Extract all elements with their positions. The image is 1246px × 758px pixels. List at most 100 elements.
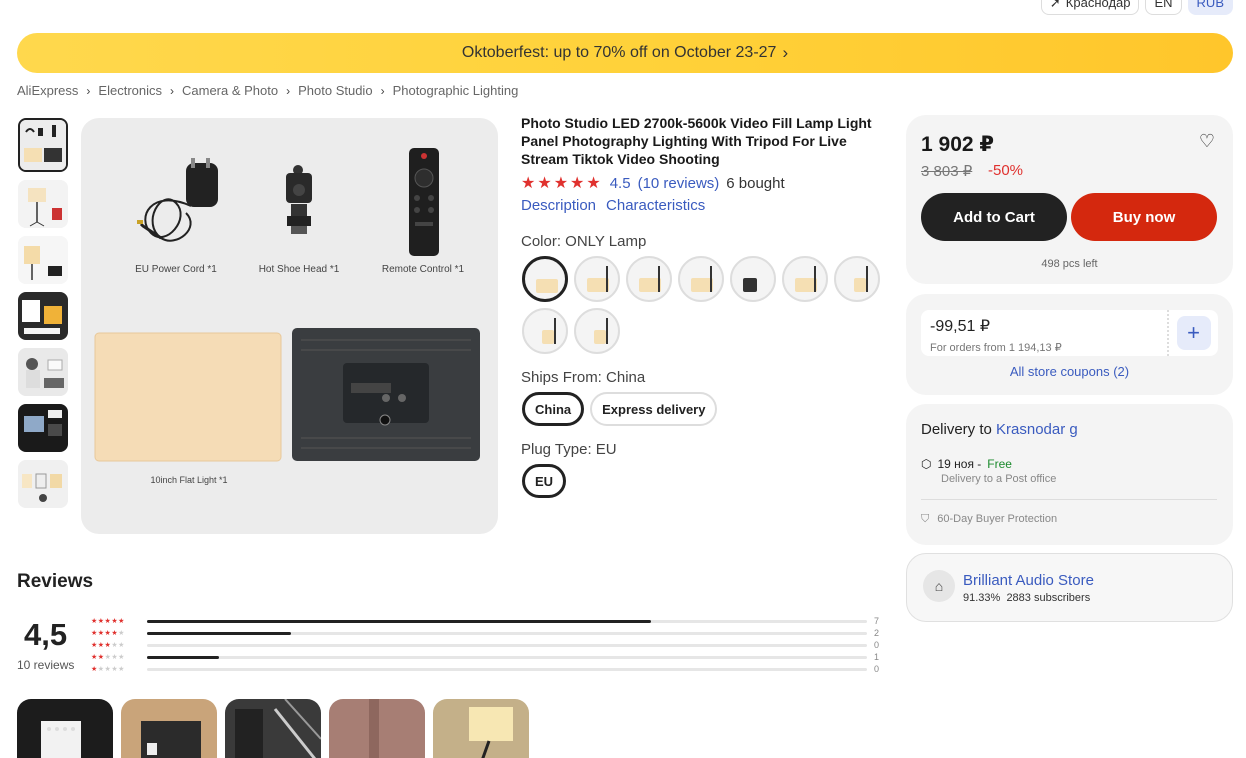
breadcrumb-item[interactable]: AliExpress bbox=[17, 83, 78, 98]
location-selector[interactable]: ➚ Краснодар bbox=[1040, 0, 1140, 15]
gallery-thumbnail[interactable] bbox=[18, 118, 68, 172]
coupon-condition: For orders from 1 194,13 ₽ bbox=[930, 342, 1062, 354]
breadcrumb-item[interactable]: Electronics bbox=[98, 83, 162, 98]
rating-bar-stars: ★★★★★ bbox=[91, 666, 125, 673]
rating-bar-stars: ★★★★★ bbox=[91, 618, 125, 625]
plug-option-eu[interactable]: EU bbox=[522, 464, 567, 498]
rating-bar-track bbox=[147, 655, 867, 659]
rating-bar-row: ★★★★★ 0 bbox=[91, 639, 886, 651]
review-photo[interactable] bbox=[121, 699, 217, 758]
store-rating: 91.33% bbox=[963, 592, 1001, 604]
ships-option-china[interactable]: China bbox=[522, 392, 585, 426]
buyer-protection-text: 60-Day Buyer Protection bbox=[937, 513, 1058, 525]
rating-bar-row: ★★★★★ 7 bbox=[91, 615, 886, 627]
add-to-cart-button[interactable]: Add to Cart bbox=[921, 193, 1067, 241]
currency-selector[interactable]: RUB bbox=[1187, 0, 1233, 15]
promo-banner[interactable]: Oktoberfest: up to 70% off on October 23… bbox=[17, 33, 1233, 73]
ships-option-express[interactable]: Express delivery bbox=[590, 392, 718, 426]
coupon-ticket: -99,51 ₽ For orders from 1 194,13 ₽ bbox=[921, 310, 1167, 356]
color-swatch[interactable] bbox=[574, 256, 620, 302]
gallery-thumbnail[interactable] bbox=[18, 348, 68, 396]
gallery-thumbnail[interactable] bbox=[18, 292, 68, 340]
description-link[interactable]: Description bbox=[521, 197, 596, 214]
delivery-option: ⬡ 19 ноя - Free bbox=[921, 457, 1012, 471]
reviews-heading: Reviews bbox=[17, 571, 94, 592]
gallery-thumbnail[interactable] bbox=[18, 180, 68, 228]
coupon-add-button[interactable]: + bbox=[1167, 310, 1218, 356]
characteristics-link[interactable]: Characteristics bbox=[606, 197, 705, 214]
rating-value[interactable]: 4.5 bbox=[610, 175, 631, 192]
delivery-method: Delivery to a Post office bbox=[941, 473, 1057, 485]
color-label: Color: ONLY Lamp bbox=[521, 233, 647, 250]
rating-bar-row: ★★★★★ 0 bbox=[91, 663, 886, 675]
power-cord-illustration bbox=[137, 158, 218, 242]
color-swatch[interactable] bbox=[834, 256, 880, 302]
rating-row: ★★★★★ 4.5 (10 reviews) 6 bought bbox=[521, 173, 785, 193]
product-section-links: Description Characteristics bbox=[521, 197, 705, 214]
plug-type-label: Plug Type: EU bbox=[521, 441, 617, 458]
delivery-city-link[interactable]: Krasnodar g bbox=[996, 421, 1078, 438]
buy-box: 1 902 ₽ 3 803 ₽ -50% ♡ Add to Cart Buy n… bbox=[906, 115, 1233, 284]
shield-icon: ⛉ bbox=[921, 513, 930, 525]
rating-bar-count: 0 bbox=[874, 664, 880, 674]
chevron-right-icon: › bbox=[380, 83, 385, 98]
delivery-title: Delivery to Krasnodar g bbox=[921, 421, 1078, 438]
rating-bar-count: 2 bbox=[874, 628, 880, 638]
breadcrumb-item[interactable]: Camera & Photo bbox=[182, 83, 278, 98]
store-card[interactable]: ⌂ Brilliant Audio Store 91.33% 2883 subs… bbox=[906, 553, 1233, 622]
rating-bar-count: 1 bbox=[874, 652, 880, 662]
store-meta: 91.33% 2883 subscribers bbox=[963, 592, 1090, 604]
buy-now-button[interactable]: Buy now bbox=[1071, 193, 1217, 241]
color-swatch[interactable] bbox=[522, 308, 568, 354]
reviews-count: 10 reviews bbox=[17, 658, 75, 672]
rating-bar-fill bbox=[147, 655, 219, 659]
rating-bar-count: 0 bbox=[874, 640, 880, 650]
caption-flat-light: 10inch Flat Light *1 bbox=[150, 475, 228, 485]
rating-bar-track bbox=[147, 631, 867, 635]
breadcrumb: AliExpress › Electronics › Camera & Phot… bbox=[17, 83, 518, 98]
rating-bar-stars: ★★★★★ bbox=[91, 642, 125, 649]
gallery-thumbnail[interactable] bbox=[18, 236, 68, 284]
review-photo[interactable] bbox=[225, 699, 321, 758]
store-name[interactable]: Brilliant Audio Store bbox=[963, 572, 1094, 589]
coupon-card: -99,51 ₽ For orders from 1 194,13 ₽ + Al… bbox=[906, 294, 1233, 395]
rating-bar-row: ★★★★★ 2 bbox=[91, 627, 886, 639]
breadcrumb-item[interactable]: Photo Studio bbox=[298, 83, 372, 98]
store-subscribers: 2883 subscribers bbox=[1006, 592, 1091, 604]
review-photo[interactable] bbox=[329, 699, 425, 758]
chevron-right-icon: › bbox=[170, 83, 174, 98]
color-swatch[interactable] bbox=[522, 256, 568, 302]
discount-badge: -50% bbox=[988, 162, 1024, 179]
caption-power-cord: EU Power Cord *1 bbox=[135, 264, 217, 275]
buyer-protection: ⛉ 60-Day Buyer Protection bbox=[921, 513, 1057, 526]
breadcrumb-item[interactable]: Photographic Lighting bbox=[393, 83, 519, 98]
rating-bar-fill bbox=[147, 619, 651, 623]
delivery-cost: Free bbox=[987, 457, 1012, 471]
remote-illustration bbox=[409, 148, 439, 256]
product-title: Photo Studio LED 2700k-5600k Video Fill … bbox=[521, 115, 872, 167]
color-swatch[interactable] bbox=[574, 308, 620, 354]
delivery-card: Delivery to Krasnodar g ⬡ 19 ноя - Free … bbox=[906, 404, 1233, 545]
caption-hot-shoe: Hot Shoe Head *1 bbox=[258, 264, 340, 275]
rating-bar-track bbox=[147, 667, 867, 671]
promo-banner-text: Oktoberfest: up to 70% off on October 23… bbox=[461, 44, 777, 61]
heart-icon[interactable]: ♡ bbox=[1199, 131, 1215, 152]
caption-remote: Remote Control *1 bbox=[381, 264, 465, 275]
review-photo[interactable] bbox=[17, 699, 113, 758]
all-coupons-link[interactable]: All store coupons (2) bbox=[906, 364, 1233, 379]
color-swatch[interactable] bbox=[626, 256, 672, 302]
main-product-image[interactable]: EU Power Cord *1 Hot Shoe Head *1 Remote… bbox=[81, 118, 498, 534]
store-icon: ⌂ bbox=[923, 570, 955, 602]
color-swatch[interactable] bbox=[678, 256, 724, 302]
review-photos bbox=[17, 699, 529, 758]
reviews-link[interactable]: (10 reviews) bbox=[638, 175, 720, 192]
divider bbox=[921, 499, 1217, 500]
color-swatch[interactable] bbox=[730, 256, 776, 302]
review-photo[interactable] bbox=[433, 699, 529, 758]
language-selector[interactable]: EN bbox=[1145, 0, 1182, 15]
gallery-thumbnail[interactable] bbox=[18, 404, 68, 452]
delivery-date: 19 ноя - bbox=[937, 457, 982, 471]
color-swatch[interactable] bbox=[782, 256, 828, 302]
color-swatches bbox=[522, 256, 887, 354]
gallery-thumbnail[interactable] bbox=[18, 460, 68, 508]
